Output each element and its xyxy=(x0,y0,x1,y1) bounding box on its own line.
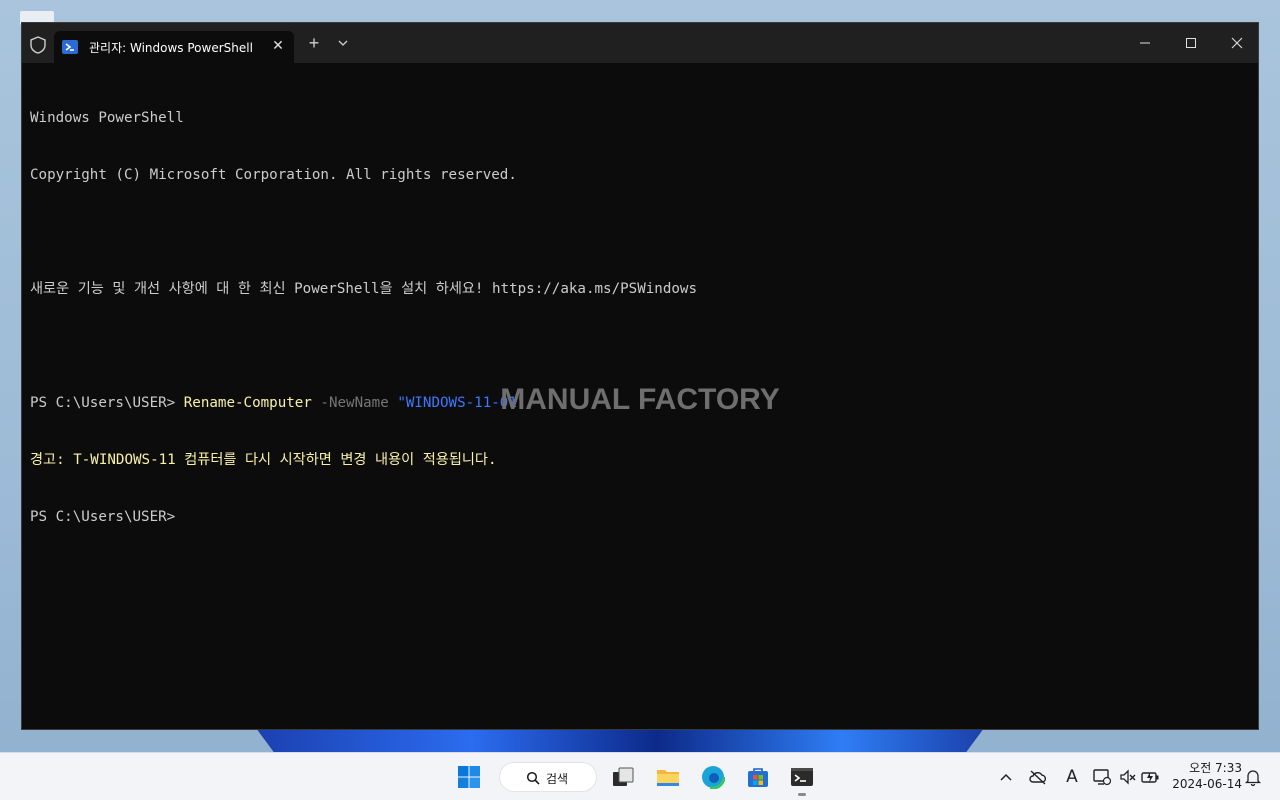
prompt[interactable]: PS C:\Users\USER> xyxy=(30,508,1250,527)
input-language-icon[interactable]: A xyxy=(1062,767,1082,787)
powershell-icon xyxy=(62,40,78,54)
notification-bell-icon[interactable] xyxy=(1243,767,1263,787)
clock-time: 오전 7:33 xyxy=(1189,761,1242,775)
terminal-window: 관리자: Windows PowerShell ✕ + Windows Powe… xyxy=(21,22,1259,730)
chevron-down-icon[interactable] xyxy=(337,37,349,49)
watermark: MANUAL FACTORY xyxy=(500,383,780,416)
search-label: 검색 xyxy=(546,772,569,786)
search-box[interactable]: 검색 xyxy=(499,762,597,792)
file-explorer-icon[interactable] xyxy=(656,765,680,789)
clock[interactable]: 오전 7:33 2024-06-14 xyxy=(1168,760,1242,792)
warning-line: 경고: T-WINDOWS-11 컴퓨터를 다시 시작하면 변경 내용이 적용됩… xyxy=(30,452,497,468)
console-line: 새로운 기능 및 개선 사항에 대 한 최신 PowerShell을 설치 하세… xyxy=(30,281,698,297)
cloud-offline-icon[interactable] xyxy=(1028,767,1048,787)
console-line: Copyright (C) Microsoft Corporation. All… xyxy=(30,167,517,183)
task-view-icon[interactable] xyxy=(611,765,635,789)
store-icon[interactable] xyxy=(746,765,770,789)
volume-muted-icon[interactable] xyxy=(1118,767,1138,787)
clock-date: 2024-06-14 xyxy=(1172,777,1242,791)
terminal-icon[interactable] xyxy=(790,765,814,789)
search-icon xyxy=(526,771,540,785)
chevron-up-icon[interactable] xyxy=(996,767,1016,787)
tab-powershell[interactable]: 관리자: Windows PowerShell ✕ xyxy=(54,31,294,63)
minimize-button[interactable] xyxy=(1135,33,1155,53)
tab-title: 관리자: Windows PowerShell xyxy=(89,41,253,55)
network-icon[interactable] xyxy=(1092,767,1112,787)
taskbar: 검색 A 오전 7:33 2024-06-14 xyxy=(0,752,1280,800)
close-window-button[interactable] xyxy=(1227,33,1247,53)
console-line: Windows PowerShell xyxy=(30,110,184,126)
title-bar[interactable]: 관리자: Windows PowerShell ✕ + xyxy=(22,23,1258,63)
console-output[interactable]: Windows PowerShell Copyright (C) Microso… xyxy=(30,71,1250,565)
windows-start-icon[interactable] xyxy=(457,765,481,789)
new-tab-button[interactable]: + xyxy=(306,34,322,52)
edge-browser-icon[interactable] xyxy=(701,765,725,789)
active-app-indicator xyxy=(798,793,806,796)
close-tab-icon[interactable]: ✕ xyxy=(270,37,286,53)
maximize-button[interactable] xyxy=(1181,33,1201,53)
battery-icon[interactable] xyxy=(1140,767,1160,787)
shield-icon xyxy=(30,36,46,54)
